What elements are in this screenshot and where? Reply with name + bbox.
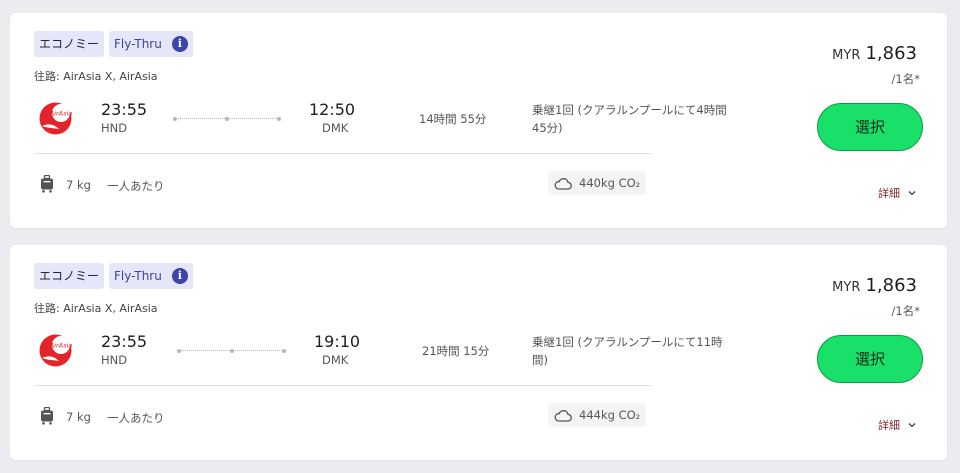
arrival-time: 12:50 <box>309 100 356 119</box>
departure-airport-code: HND <box>101 353 128 367</box>
path-start-dot <box>177 348 181 353</box>
route-airlines: 往路: AirAsia X, AirAsia <box>34 302 158 315</box>
chevron-down-icon <box>908 191 916 196</box>
path-stop-dot <box>225 116 229 121</box>
departure-time: 23:55 <box>101 100 148 119</box>
path-end-dot <box>277 116 281 121</box>
details-toggle[interactable]: 詳細 <box>878 185 916 201</box>
info-icon[interactable]: i <box>171 268 188 284</box>
chevron-down-icon <box>908 423 916 428</box>
flythru-label: Fly-Thru <box>114 37 162 51</box>
details-label: 詳細 <box>878 187 900 200</box>
transfer-info: 乗継1回 (クアラルンプールにて11時間) <box>532 335 723 367</box>
cabin-class-badge: エコノミー <box>34 31 105 57</box>
flight-duration: 21時間 15分 <box>422 344 490 358</box>
arrival-airport-code: DMK <box>322 121 349 135</box>
flight-results-list: エコノミー Fly-Thru i 往路: AirAsia X, AirAsia … <box>0 0 960 473</box>
carry-on-bag-icon <box>41 407 53 425</box>
flight-duration: 14時間 55分 <box>419 112 487 126</box>
divider <box>34 385 652 386</box>
cabin-class-badge: エコノミー <box>34 263 105 289</box>
price-per-person: /1名* <box>891 72 920 86</box>
divider <box>34 153 652 154</box>
info-icon[interactable]: i <box>171 36 188 52</box>
price-amount: 1,863 <box>865 43 917 64</box>
arrival-airport-code: DMK <box>322 353 349 367</box>
select-button[interactable]: 選択 <box>817 103 923 151</box>
path-stop-dot <box>230 348 234 353</box>
arrival-time: 19:10 <box>314 332 361 351</box>
price-amount: 1,863 <box>865 275 917 296</box>
price: MYR 1,863 <box>832 275 917 296</box>
flythru-badge: Fly-Thru i <box>109 31 193 57</box>
route-airlines: 往路: AirAsia X, AirAsia <box>34 70 158 83</box>
baggage-weight: 7 kg <box>66 410 91 424</box>
badge-row: エコノミー Fly-Thru i <box>34 31 193 57</box>
price-currency: MYR <box>832 280 861 295</box>
flight-result-card[interactable]: エコノミー Fly-Thru i 往路: AirAsia X, AirAsia … <box>10 245 947 460</box>
path-end-dot <box>282 348 286 353</box>
flight-result-card[interactable]: エコノミー Fly-Thru i 往路: AirAsia X, AirAsia … <box>10 13 947 228</box>
path-start-dot <box>173 116 177 121</box>
flight-path-line <box>177 348 286 353</box>
airasia-logo-icon: AirAsia <box>39 334 72 367</box>
price-currency: MYR <box>832 48 861 63</box>
departure-airport-code: HND <box>101 121 128 135</box>
price: MYR 1,863 <box>832 43 917 64</box>
cloud-icon <box>554 177 572 190</box>
baggage-per-person: 一人あたり <box>107 411 165 425</box>
departure-time: 23:55 <box>101 332 148 351</box>
co2-emissions: 440kg CO₂ <box>548 171 647 195</box>
co2-value: 440kg CO₂ <box>579 176 641 190</box>
select-button[interactable]: 選択 <box>817 335 923 383</box>
airasia-logo-icon: AirAsia <box>39 102 72 135</box>
co2-emissions: 444kg CO₂ <box>548 403 647 427</box>
flythru-label: Fly-Thru <box>114 269 162 283</box>
details-label: 詳細 <box>878 419 900 432</box>
svg-text:AirAsia: AirAsia <box>49 342 72 350</box>
transfer-info: 乗継1回 (クアラルンプールにて4時間 45分) <box>532 103 727 135</box>
badge-row: エコノミー Fly-Thru i <box>34 263 193 289</box>
cloud-icon <box>554 409 572 422</box>
details-toggle[interactable]: 詳細 <box>878 417 916 433</box>
flythru-badge: Fly-Thru i <box>109 263 193 289</box>
baggage-per-person: 一人あたり <box>107 179 165 193</box>
svg-text:AirAsia: AirAsia <box>49 110 72 118</box>
price-per-person: /1名* <box>891 304 920 318</box>
co2-value: 444kg CO₂ <box>579 408 641 422</box>
flight-path-line <box>173 116 281 121</box>
carry-on-bag-icon <box>41 175 53 193</box>
baggage-weight: 7 kg <box>66 178 91 192</box>
